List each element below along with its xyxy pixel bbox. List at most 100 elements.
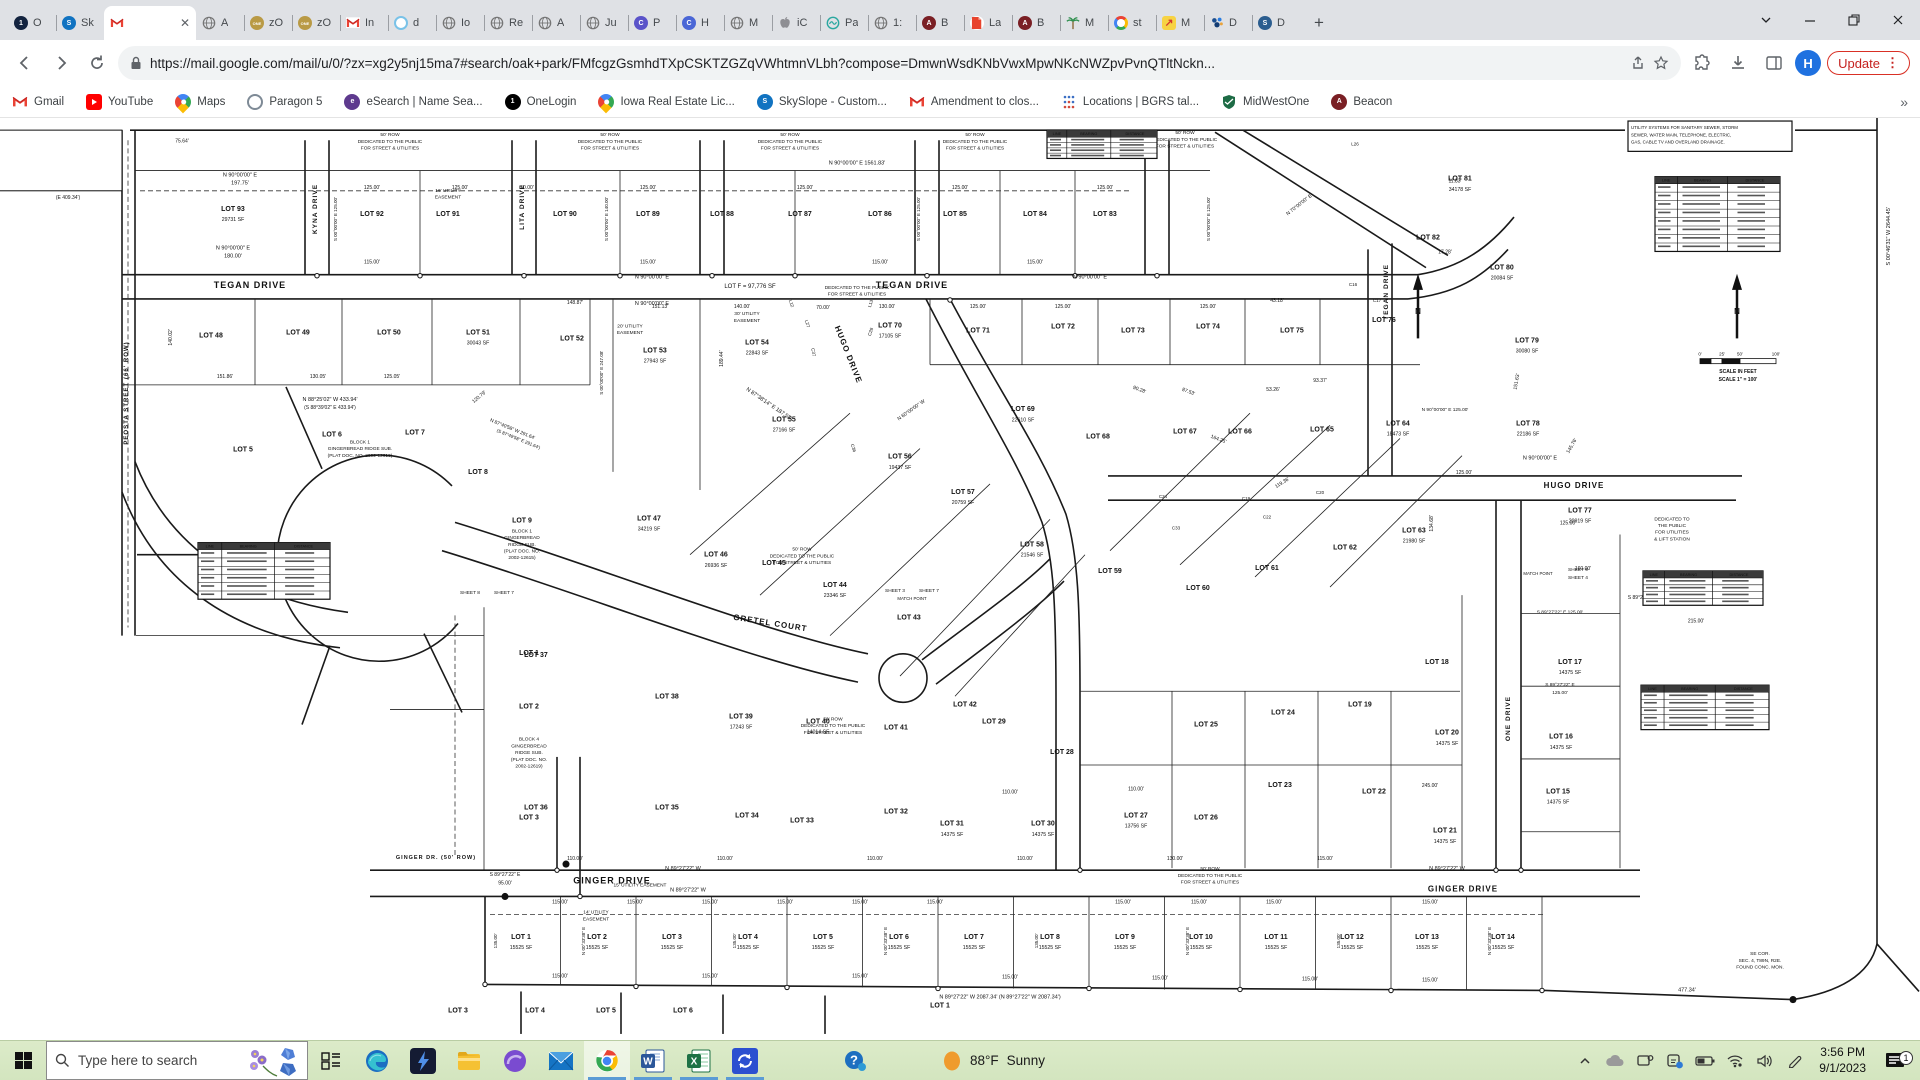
tab-11[interactable]: A: [532, 6, 580, 40]
update-button[interactable]: Update ⋮: [1827, 51, 1910, 75]
taskbar-paragon-bolt-icon[interactable]: [400, 1041, 446, 1080]
display-cast-icon[interactable]: [1631, 1054, 1659, 1068]
tab-7[interactable]: In: [340, 6, 388, 40]
svg-text:125.00': 125.00': [1200, 304, 1216, 310]
tab-17[interactable]: Pa: [820, 6, 868, 40]
bookmark-7[interactable]: Iowa Real Estate Lic...: [598, 94, 734, 110]
bookmark-5[interactable]: eeSearch | Name Sea...: [344, 94, 482, 110]
svg-text:LOT 18: LOT 18: [1425, 659, 1449, 666]
tab-26[interactable]: SD: [1252, 6, 1300, 40]
taskbar-purple-app-icon[interactable]: [492, 1041, 538, 1080]
svg-text:L13: L13: [867, 299, 874, 308]
tab-10[interactable]: Re: [484, 6, 532, 40]
tab-13[interactable]: CP: [628, 6, 676, 40]
tab-21[interactable]: AB: [1012, 6, 1060, 40]
volume-icon[interactable]: [1751, 1054, 1779, 1068]
svg-text:LOT 50: LOT 50: [377, 329, 401, 336]
taskbar-sync-app-icon[interactable]: [722, 1041, 768, 1080]
tab-25[interactable]: D: [1204, 6, 1252, 40]
tab-4[interactable]: A: [196, 6, 244, 40]
bookmark-star-icon[interactable]: [1653, 55, 1669, 71]
url-text[interactable]: https://mail.google.com/mail/u/0/?zx=xg2…: [150, 56, 1621, 71]
back-icon[interactable]: [10, 48, 40, 78]
bookmark-8[interactable]: SSkySlope - Custom...: [757, 94, 887, 110]
help-icon[interactable]: ?: [832, 1041, 878, 1080]
taskbar-mail-icon[interactable]: [538, 1041, 584, 1080]
ring-icon: [247, 94, 263, 110]
taskbar-file-explorer-icon[interactable]: [446, 1041, 492, 1080]
tab-1[interactable]: 1O: [8, 6, 56, 40]
tab-9[interactable]: Io: [436, 6, 484, 40]
extensions-icon[interactable]: [1687, 48, 1717, 78]
svg-text:LOT 6: LOT 6: [673, 1008, 693, 1015]
browser-menu-icon[interactable]: ⋮: [1886, 55, 1899, 71]
tab-24[interactable]: ↗M: [1156, 6, 1204, 40]
svg-text:LOT 24: LOT 24: [1271, 709, 1295, 716]
side-panel-icon[interactable]: [1759, 48, 1789, 78]
taskbar-excel-icon[interactable]: X: [676, 1041, 722, 1080]
close-icon[interactable]: [1876, 0, 1920, 40]
bookmark-2[interactable]: YouTube: [86, 94, 153, 110]
bookmark-3[interactable]: Maps: [175, 94, 225, 110]
tab-close-icon[interactable]: ✕: [180, 16, 190, 30]
tab-12[interactable]: Ju: [580, 6, 628, 40]
downloads-icon[interactable]: [1723, 48, 1753, 78]
taskbar-clock[interactable]: 3:56 PM 9/1/2023: [1811, 1045, 1874, 1076]
tab-8[interactable]: d: [388, 6, 436, 40]
taskbar-task-view-icon[interactable]: [308, 1041, 354, 1080]
svg-text:23346 SF: 23346 SF: [824, 593, 847, 599]
svg-text:LOT 19: LOT 19: [1348, 701, 1372, 708]
tab-20[interactable]: La: [964, 6, 1012, 40]
share-icon[interactable]: [1629, 55, 1645, 71]
taskbar-search-input[interactable]: Type here to search: [46, 1041, 308, 1080]
maximize-icon[interactable]: [1832, 0, 1876, 40]
bookmark-11[interactable]: MidWestOne: [1221, 94, 1309, 110]
svg-text:C33: C33: [1172, 525, 1181, 530]
taskbar-word-icon[interactable]: W: [630, 1041, 676, 1080]
tab-23[interactable]: st: [1108, 6, 1156, 40]
svg-text:FOUND CONC. MON.: FOUND CONC. MON.: [1736, 964, 1784, 970]
wifi-icon[interactable]: [1721, 1054, 1749, 1068]
pen-icon[interactable]: [1781, 1054, 1809, 1068]
tab-15[interactable]: M: [724, 6, 772, 40]
new-tab-button[interactable]: +: [1306, 10, 1332, 36]
svg-text:110.00': 110.00': [717, 856, 733, 862]
bookmark-9[interactable]: Amendment to clos...: [909, 94, 1039, 110]
google-favicon: [1114, 16, 1128, 30]
tab-14[interactable]: CH: [676, 6, 724, 40]
forward-icon[interactable]: [46, 48, 76, 78]
tab-18[interactable]: 1:: [868, 6, 916, 40]
bookmark-10[interactable]: Locations | BGRS tal...: [1061, 94, 1199, 110]
address-bar[interactable]: https://mail.google.com/mail/u/0/?zx=xg2…: [118, 46, 1681, 80]
bookmarks-overflow-icon[interactable]: »: [1900, 94, 1908, 110]
reload-icon[interactable]: [82, 48, 112, 78]
bookmark-4[interactable]: Paragon 5: [247, 94, 322, 110]
notification-center-icon[interactable]: 1: [1876, 1052, 1916, 1070]
bookmark-6[interactable]: 1OneLogin: [505, 94, 577, 110]
tray-chevron-icon[interactable]: [1571, 1054, 1599, 1068]
bookmark-12[interactable]: ABeacon: [1331, 94, 1392, 110]
bookmark-1[interactable]: Gmail: [12, 94, 64, 110]
tab-3-active[interactable]: ✕: [104, 6, 196, 40]
svg-text:115.00': 115.00': [1317, 856, 1333, 862]
battery-icon[interactable]: [1691, 1055, 1719, 1067]
start-button[interactable]: [0, 1041, 46, 1080]
window-menu-icon[interactable]: [1744, 0, 1788, 40]
svg-text:N 89°27'22" W 2087.34' (N 89°: N 89°27'22" W 2087.34' (N 89°27'22" W 20…: [939, 995, 1060, 1001]
onedrive-icon[interactable]: [1601, 1054, 1629, 1068]
minimize-icon[interactable]: [1788, 0, 1832, 40]
app-status-icon[interactable]: [1661, 1053, 1689, 1069]
tab-19[interactable]: AB: [916, 6, 964, 40]
taskbar-edge-icon[interactable]: [354, 1041, 400, 1080]
avatar[interactable]: H: [1795, 50, 1821, 76]
svg-text:?: ?: [850, 1052, 858, 1067]
clock-date: 9/1/2023: [1819, 1061, 1866, 1077]
tab-22[interactable]: M: [1060, 6, 1108, 40]
tab-2[interactable]: SSk: [56, 6, 104, 40]
svg-text:FOR STREET & UTILITIES: FOR STREET & UTILITIES: [761, 146, 819, 152]
tab-16[interactable]: iC: [772, 6, 820, 40]
weather-widget[interactable]: 88°F Sunny: [934, 1041, 1053, 1080]
tab-5[interactable]: ONEzO: [244, 6, 292, 40]
taskbar-chrome-icon[interactable]: [584, 1041, 630, 1080]
tab-6[interactable]: ONEzO: [292, 6, 340, 40]
